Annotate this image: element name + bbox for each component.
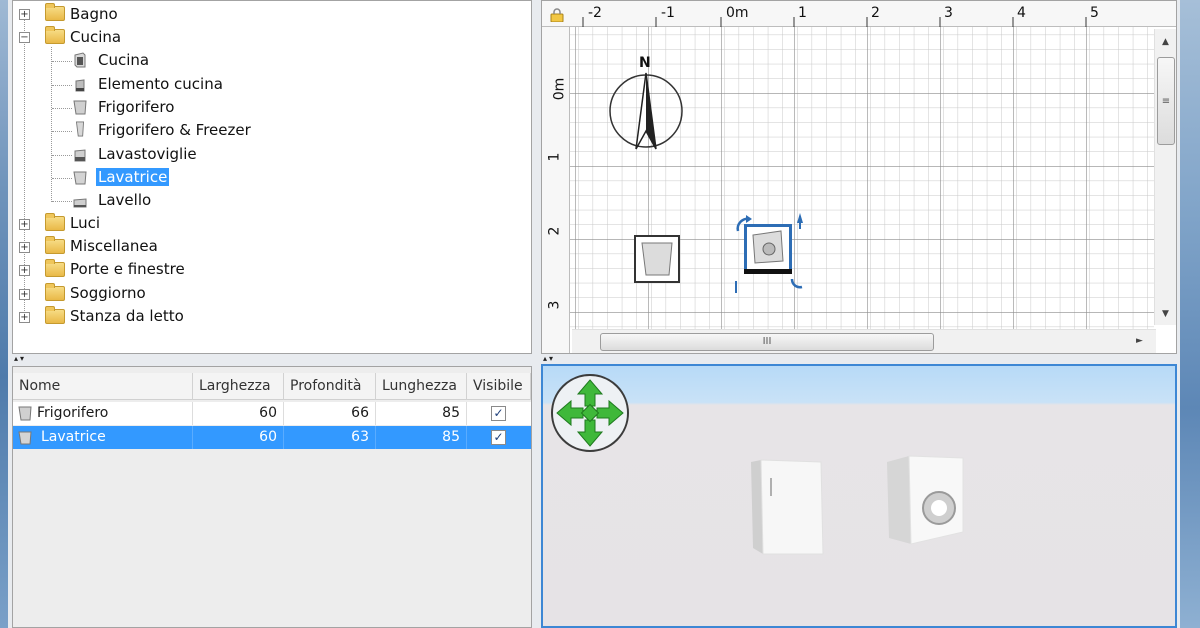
folder-icon <box>45 236 65 254</box>
ruler-tick: 2 <box>546 226 563 236</box>
catalog-item-lavello[interactable]: Lavello <box>98 191 151 209</box>
category-porte-e-finestre[interactable]: Porte e finestre <box>70 260 185 278</box>
3d-view[interactable] <box>541 364 1177 628</box>
column-header-lunghezza[interactable]: Lunghezza <box>376 373 467 400</box>
category-soggiorno[interactable]: Soggiorno <box>70 284 146 302</box>
tree-branch <box>52 155 72 156</box>
washing-machine-icon <box>73 171 87 185</box>
cell-width: 60 <box>193 402 284 425</box>
3d-fridge-model[interactable] <box>743 454 833 564</box>
plan-horizontal-scrollbar[interactable]: III ► <box>572 329 1156 353</box>
expand-miscellanea-toggle[interactable]: + <box>19 242 30 253</box>
fridge-icon <box>641 242 673 276</box>
visible-checkbox[interactable]: ✓ <box>491 430 506 445</box>
column-header-visibile[interactable]: Visibile <box>467 373 531 400</box>
folder-open-icon <box>45 26 65 44</box>
column-header-profondita[interactable]: Profondità <box>284 373 376 400</box>
horizontal-scroll-thumb[interactable]: III <box>600 333 934 351</box>
category-bagno[interactable]: Bagno <box>70 5 118 23</box>
catalog-item-frigorifero-freezer[interactable]: Frigorifero & Freezer <box>98 121 251 139</box>
ruler-tick: 0m <box>551 77 568 101</box>
compass-rose[interactable] <box>608 59 688 151</box>
dishwasher-icon <box>74 149 86 162</box>
folder-icon <box>45 306 65 324</box>
cell-height: 85 <box>376 402 467 425</box>
ruler-tick: 3 <box>546 300 563 310</box>
catalog-item-frigorifero[interactable]: Frigorifero <box>98 98 174 116</box>
cell-name: Lavatrice <box>41 426 193 449</box>
plan-fridge[interactable] <box>634 235 680 283</box>
rotation-indicator-icon[interactable] <box>732 209 812 293</box>
folder-icon <box>45 283 65 301</box>
plan-view[interactable]: -2 -1 0m 1 2 3 4 5 0m 1 2 3 N ▲ ≡ ▼ III … <box>541 0 1177 354</box>
splitter-arrows-icon[interactable]: ▴▾ <box>543 355 555 363</box>
table-row[interactable]: Frigorifero 60 66 85 ✓ <box>13 402 531 425</box>
splitter-arrows-icon[interactable]: ▴▾ <box>14 355 26 363</box>
window-frame-right <box>1180 0 1200 628</box>
vertical-splitter[interactable] <box>532 0 541 628</box>
catalog-item-lavastoviglie[interactable]: Lavastoviglie <box>98 145 197 163</box>
visible-checkbox[interactable]: ✓ <box>491 406 506 421</box>
expand-luci-toggle[interactable]: + <box>19 219 30 230</box>
catalog-item-lavatrice[interactable]: Lavatrice <box>96 168 170 186</box>
compass-north-label: N <box>639 55 651 71</box>
washing-machine-icon <box>18 431 32 445</box>
expand-bagno-toggle[interactable]: + <box>19 9 30 20</box>
cell-width: 60 <box>193 426 284 449</box>
table-row-selected[interactable]: Lavatrice 60 63 85 ✓ <box>13 426 531 449</box>
folder-icon <box>45 213 65 231</box>
furniture-catalog-tree[interactable]: + Bagno − Cucina Cucina Elemento cucina … <box>12 0 532 354</box>
right-horizontal-splitter[interactable]: ▴▾ <box>541 354 1177 364</box>
lock-icon[interactable] <box>550 8 564 22</box>
fridge-icon <box>18 406 32 421</box>
tree-branch <box>52 61 72 62</box>
collapse-cucina-toggle[interactable]: − <box>19 32 30 43</box>
tree-branch <box>52 178 72 179</box>
category-stanza-da-letto[interactable]: Stanza da letto <box>70 307 184 325</box>
tree-branch <box>52 131 72 132</box>
column-header-larghezza[interactable]: Larghezza <box>193 373 284 400</box>
cell-depth: 63 <box>284 426 376 449</box>
tree-branch <box>52 85 72 86</box>
tree-branch <box>52 201 72 202</box>
navigation-arrows-widget[interactable] <box>549 372 631 454</box>
sink-icon <box>73 198 87 208</box>
left-ruler: 0m 1 2 3 <box>542 27 570 353</box>
ruler-ticks <box>582 17 1087 27</box>
fridge-icon <box>73 100 87 115</box>
cell-height: 85 <box>376 426 467 449</box>
column-header-nome[interactable]: Nome <box>13 373 193 400</box>
table-header: Nome Larghezza Profondità Lunghezza Visi… <box>13 373 531 400</box>
ruler-tick: 1 <box>546 152 563 162</box>
catalog-item-elemento-cucina[interactable]: Elemento cucina <box>98 75 223 93</box>
vertical-scroll-thumb[interactable]: ≡ <box>1157 57 1175 145</box>
kitchen-icon <box>74 52 86 68</box>
kitchen-cabinet-icon <box>75 79 85 92</box>
cell-depth: 66 <box>284 402 376 425</box>
folder-icon <box>45 259 65 277</box>
category-luci[interactable]: Luci <box>70 214 100 232</box>
plan-vertical-scrollbar[interactable]: ▲ ≡ ▼ <box>1154 29 1176 325</box>
3d-washing-machine-model[interactable] <box>883 452 973 548</box>
catalog-item-cucina[interactable]: Cucina <box>98 51 149 69</box>
expand-soggiorno-toggle[interactable]: + <box>19 289 30 300</box>
left-horizontal-splitter[interactable]: ▴▾ <box>12 354 532 364</box>
category-miscellanea[interactable]: Miscellanea <box>70 237 158 255</box>
folder-icon <box>45 3 65 21</box>
window-frame-left <box>0 0 8 628</box>
expand-porte-finestre-toggle[interactable]: + <box>19 265 30 276</box>
tree-branch <box>52 108 72 109</box>
scroll-right-arrow[interactable]: ► <box>1136 336 1143 346</box>
category-cucina[interactable]: Cucina <box>70 28 121 46</box>
top-ruler: -2 -1 0m 1 2 3 4 5 <box>542 1 1176 27</box>
scroll-down-arrow[interactable]: ▼ <box>1162 309 1169 319</box>
fridge-freezer-icon <box>75 121 85 137</box>
cell-name: Frigorifero <box>37 402 193 425</box>
home-furniture-table[interactable]: Nome Larghezza Profondità Lunghezza Visi… <box>12 366 532 628</box>
expand-stanza-letto-toggle[interactable]: + <box>19 312 30 323</box>
scroll-up-arrow[interactable]: ▲ <box>1162 37 1169 47</box>
